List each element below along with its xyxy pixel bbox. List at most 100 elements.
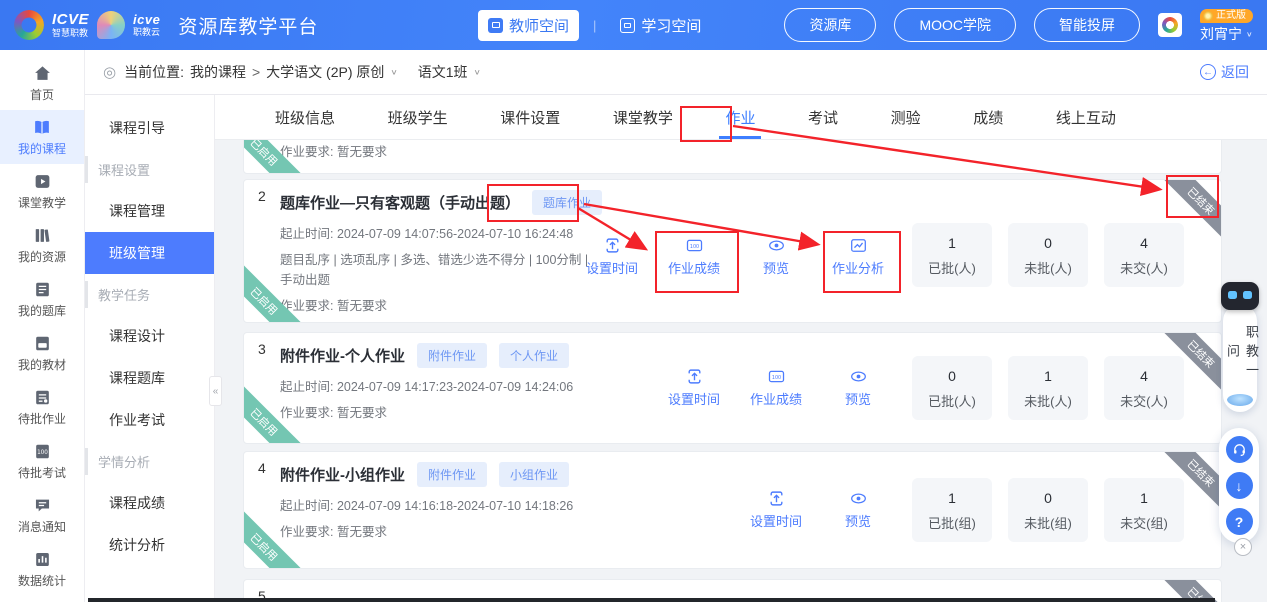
course-menu-section-learning-analysis: 学情分析 (85, 448, 214, 475)
assignment-card: 3 附件作业-个人作业 附件作业 个人作业 起止时间: 2024-07-09 1… (243, 332, 1222, 444)
ai-assistant-widget[interactable]: 职教一问 (1219, 282, 1261, 412)
header-right: 资源库 MOOC学院 智能投屏 正式版 刘宵宁 ∨ (784, 0, 1253, 50)
course-menu-item-course-design[interactable]: 课程设计 (85, 315, 214, 357)
homework-score-button[interactable]: 100 作业成绩 (653, 237, 735, 277)
logo-group: ICVE 智慧职教 icve 职教云 资源库教学平台 (0, 10, 318, 40)
course-menu-item-guide[interactable]: 课程引导 (85, 107, 214, 149)
course-menu-section-settings: 课程设置 (85, 156, 214, 183)
sidebar-collapse-handle[interactable]: « (209, 376, 222, 406)
sidebar-item-pending-homework[interactable]: 待批作业 (0, 380, 84, 434)
set-time-button[interactable]: 设置时间 (735, 490, 817, 530)
logo-secondary-subtitle: 职教云 (133, 28, 160, 37)
assignment-title: 附件作业-小组作业 (280, 464, 405, 485)
course-menu-item-homework-exam[interactable]: 作业考试 (85, 399, 214, 441)
mini-app-logo-icon[interactable] (1158, 13, 1182, 37)
back-label: 返回 (1221, 62, 1249, 82)
sidebar-item-my-question-bank[interactable]: 我的题库 (0, 272, 84, 326)
teacher-space-tab[interactable]: 教师空间 (478, 10, 579, 41)
sidebar-item-label: 我的教材 (18, 356, 66, 373)
assignment-subtype-badge: 个人作业 (499, 343, 569, 368)
assignment-requirement: 作业要求: 暂无要求 (280, 522, 598, 543)
tab-class-students[interactable]: 班级学生 (386, 96, 450, 139)
tab-quiz[interactable]: 测验 (889, 96, 923, 139)
assignment-subtype-badge: 小组作业 (499, 462, 569, 487)
user-chevron-down-icon: ∨ (1246, 30, 1253, 37)
tab-courseware-settings[interactable]: 课件设置 (498, 96, 562, 139)
preview-label: 预览 (845, 511, 871, 530)
breadcrumb-course-select[interactable]: 大学语文 (2P) 原创 (266, 62, 384, 82)
sidebar-item-home[interactable]: 首页 (0, 56, 84, 110)
download-button[interactable]: ↓ (1226, 472, 1253, 499)
sidebar-item-my-courses[interactable]: 我的课程 (0, 110, 84, 164)
course-menu-item-course-grades[interactable]: 课程成绩 (85, 482, 214, 524)
course-menu-sidebar: 课程引导 课程设置 课程管理 班级管理 教学任务 课程设计 课程题库 作业考试 … (85, 95, 215, 602)
breadcrumb-prefix: 当前位置: (124, 62, 184, 82)
set-time-button[interactable]: 设置时间 (571, 237, 653, 277)
logo-primary-subtitle: 智慧职教 (52, 29, 89, 38)
preview-eye-icon (768, 237, 785, 254)
sidebar-item-data-statistics[interactable]: 数据统计 (0, 542, 84, 596)
stat-ungraded: 0 未批(组) (1008, 478, 1088, 542)
class-chevron-down-icon: ∨ (474, 68, 481, 76)
my-textbooks-icon (33, 334, 52, 353)
homework-score-button[interactable]: 100 作业成绩 (735, 368, 817, 408)
main-content: 班级信息 班级学生 课件设置 课堂教学 作业 考试 测验 成绩 线上互动 作业要… (215, 95, 1267, 602)
sidebar-item-notifications[interactable]: 消息通知 (0, 488, 84, 542)
breadcrumb-separator: > (252, 64, 260, 80)
customer-service-button[interactable] (1226, 436, 1253, 463)
user-name: 刘宵宁 (1200, 27, 1242, 41)
sidebar-item-label: 我的资源 (18, 248, 66, 265)
tab-classroom-teaching[interactable]: 课堂教学 (611, 96, 675, 139)
sidebar-item-label: 我的课程 (18, 140, 66, 157)
stat-unsubmitted: 4 未交(人) (1104, 223, 1184, 287)
stat-unsubmitted: 1 未交(组) (1104, 478, 1184, 542)
class-tabs: 班级信息 班级学生 课件设置 课堂教学 作业 考试 测验 成绩 线上互动 (215, 95, 1267, 140)
preview-label: 预览 (845, 389, 871, 408)
preview-button[interactable]: 预览 (817, 368, 899, 408)
data-statistics-icon (33, 550, 52, 569)
preview-button[interactable]: 预览 (817, 490, 899, 530)
course-menu-item-statistical-analysis[interactable]: 统计分析 (85, 524, 214, 566)
user-block[interactable]: 正式版 刘宵宁 ∨ (1200, 9, 1253, 41)
home-icon (33, 64, 52, 83)
assignment-index: 4 (258, 460, 266, 476)
tab-class-info[interactable]: 班级信息 (273, 96, 337, 139)
close-floating-button[interactable]: × (1234, 538, 1252, 556)
preview-button[interactable]: 预览 (735, 237, 817, 277)
breadcrumb-class-select[interactable]: 语文1班 (418, 62, 468, 82)
help-button[interactable]: ? (1226, 508, 1253, 535)
sidebar-item-label: 首页 (30, 86, 54, 103)
wave-decoration (1227, 394, 1253, 406)
resource-library-button[interactable]: 资源库 (784, 8, 876, 42)
course-menu-item-course-management[interactable]: 课程管理 (85, 190, 214, 232)
back-button[interactable]: ← 返回 (1200, 62, 1249, 82)
sidebar-item-my-resources[interactable]: 我的资源 (0, 218, 84, 272)
assignment-list[interactable]: 作业要求: 暂无要求 已启用 2 题库作业—只有客观题（手动出题） 题库作业 起… (215, 140, 1267, 602)
smart-casting-button[interactable]: 智能投屏 (1034, 8, 1140, 42)
tab-grades[interactable]: 成绩 (971, 96, 1005, 139)
tab-online-interaction[interactable]: 线上互动 (1054, 96, 1118, 139)
breadcrumb-root[interactable]: 我的课程 (190, 62, 246, 82)
homework-analysis-button[interactable]: 作业分析 (817, 237, 899, 277)
learning-space-tab[interactable]: 学习空间 (610, 10, 711, 41)
tab-exam[interactable]: 考试 (806, 96, 840, 139)
back-arrow-icon: ← (1200, 64, 1216, 80)
course-menu-item-class-management[interactable]: 班级管理 (85, 232, 214, 274)
sidebar-item-pending-exams[interactable]: 100 待批考试 (0, 434, 84, 488)
assignment-index: 2 (258, 188, 266, 204)
svg-text:100: 100 (771, 375, 780, 381)
preview-eye-icon (850, 490, 867, 507)
sidebar-item-label: 待批作业 (18, 410, 66, 427)
assignment-type-badge: 附件作业 (417, 462, 487, 487)
mooc-academy-button[interactable]: MOOC学院 (894, 8, 1016, 42)
course-menu-item-course-question-bank[interactable]: 课程题库 (85, 357, 214, 399)
set-time-button[interactable]: 设置时间 (653, 368, 735, 408)
sidebar-item-classroom-teaching[interactable]: 课堂教学 (0, 164, 84, 218)
logo-secondary: icve 职教云 (133, 13, 160, 37)
tab-homework[interactable]: 作业 (723, 96, 757, 139)
assignment-time: 起止时间: 2024-07-09 14:17:23-2024-07-09 14:… (280, 377, 598, 398)
sidebar-item-third-party-apps[interactable]: 第三方应用 (0, 596, 84, 602)
course-chevron-down-icon: ∨ (390, 68, 397, 76)
assignment-title: 题库作业—只有客观题（手动出题） (280, 192, 520, 213)
sidebar-item-my-textbooks[interactable]: 我的教材 (0, 326, 84, 380)
